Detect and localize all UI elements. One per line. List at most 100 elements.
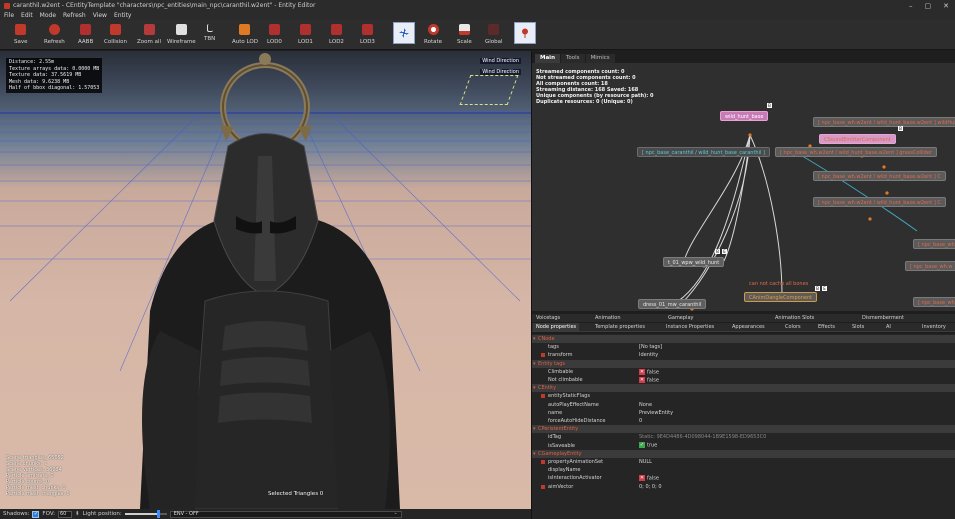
property-value[interactable]: 0; 0; 0; 0 — [639, 484, 662, 490]
property-row[interactable]: aimVector 0; 0; 0; 0 — [532, 483, 955, 491]
property-row[interactable]: Not climbable ✕ false — [532, 376, 955, 384]
graph-node-anim-dangle[interactable]: CAnimDangleComponent — [744, 292, 818, 302]
graph-node-stub-2[interactable]: [ npc_base_wh.w — [905, 261, 955, 271]
graph-node-link-1[interactable]: [ npc_base_wh.w2ent / wild_hunt_base.w2e… — [813, 117, 955, 127]
property-row[interactable]: tags [No tags] — [532, 343, 955, 351]
tab-voicetags[interactable]: Voicetags — [536, 314, 560, 322]
property-row[interactable]: entityStaticFlags — [532, 392, 955, 400]
property-category[interactable]: ▾ Entity tags — [532, 359, 955, 368]
expand-icon[interactable] — [541, 484, 545, 489]
collapse-icon[interactable]: ▾ — [533, 385, 536, 391]
property-value[interactable]: ✕ false — [639, 475, 659, 482]
tab-template-properties[interactable]: Template properties — [595, 323, 645, 331]
close-button[interactable]: ✕ — [943, 2, 949, 10]
expand-icon[interactable] — [541, 460, 545, 464]
tab-slots[interactable]: Slots — [852, 323, 864, 331]
collision-button[interactable]: Collision — [104, 21, 127, 49]
property-value[interactable]: [No tags] — [639, 344, 662, 350]
property-value[interactable]: PreviewEntity — [639, 410, 673, 416]
property-row[interactable]: Climbable ✕ false — [532, 368, 955, 376]
graph-node-wild-hunt-base[interactable]: wild_hunt_base — [720, 111, 769, 121]
tab-instance-properties[interactable]: Instance Properties — [666, 323, 714, 331]
menu-file[interactable]: File — [4, 12, 14, 19]
graph-node-t01-wild-hunt[interactable]: t_01_wpw_wild_hunt — [663, 257, 725, 267]
move-toggle-button[interactable] — [393, 22, 415, 44]
menu-mode[interactable]: Mode — [40, 12, 56, 19]
graph-node-dress[interactable]: dress_01_mw_caranthil — [638, 299, 707, 309]
collapse-icon[interactable]: ▾ — [533, 361, 536, 367]
fov-spinner-icon[interactable]: ⬍ — [75, 511, 80, 517]
property-value[interactable]: ✕ false — [639, 376, 659, 383]
3d-viewport[interactable]: Distance: 2.55m Texture arrays data: 0.0… — [0, 51, 531, 509]
maximize-button[interactable]: ▢ — [925, 2, 932, 10]
graph-node-stub-1[interactable]: [ npc_base_wh — [913, 239, 955, 249]
tab-animation[interactable]: Animation — [595, 314, 621, 322]
tab-appearances[interactable]: Appearances — [732, 323, 765, 331]
property-value[interactable]: NULL — [639, 459, 652, 465]
lod2-button[interactable]: LOD2 — [329, 21, 344, 49]
property-value[interactable]: ✕ false — [639, 368, 659, 375]
fov-input[interactable]: 60 — [58, 510, 72, 518]
property-row[interactable]: transform Identity — [532, 351, 955, 359]
tab-mimics[interactable]: Mimics — [585, 54, 615, 63]
light-slider-thumb[interactable] — [156, 510, 160, 518]
graph-node-link-2[interactable]: [ npc_base_wh.w2ent / wild_hunt_base.w2e… — [775, 147, 937, 157]
menu-refresh[interactable]: Refresh — [63, 12, 86, 19]
pin-toggle-button[interactable] — [514, 22, 536, 44]
tab-gameplay[interactable]: Gameplay — [668, 314, 693, 322]
property-value[interactable]: Identity — [639, 352, 658, 358]
tab-dismemberment[interactable]: Dismemberment — [862, 314, 904, 322]
property-category[interactable]: ▾ CNode — [532, 335, 955, 344]
property-row[interactable]: propertyAnimationSet NULL — [532, 458, 955, 466]
property-value[interactable]: None — [639, 402, 652, 408]
graph-node-link-4[interactable]: [ npc_base_wh.w2ent / wild_hunt_base.w2e… — [813, 197, 946, 207]
property-row[interactable]: autoPlayEffectName None — [532, 401, 955, 409]
property-category[interactable]: ▾ CEntity — [532, 384, 955, 393]
collapse-icon[interactable]: ▾ — [533, 336, 536, 342]
shadows-checkbox[interactable]: ✓ — [32, 510, 40, 518]
property-value[interactable]: 0 — [639, 418, 642, 424]
save-button[interactable]: Save — [14, 21, 28, 49]
tab-colors[interactable]: Colors — [785, 323, 801, 331]
component-graph[interactable]: Streamed components count: 0 Not streame… — [532, 63, 955, 311]
lod1-button[interactable]: LOD1 — [298, 21, 313, 49]
property-category[interactable]: ▾ CGameplayEntity — [532, 449, 955, 458]
wireframe-button[interactable]: Wireframe — [167, 21, 196, 49]
property-row[interactable]: isSaveable ✓ true — [532, 442, 955, 450]
tab-ai[interactable]: AI — [886, 323, 891, 331]
tab-effects[interactable]: Effects — [818, 323, 835, 331]
collapse-icon[interactable]: ▾ — [533, 451, 536, 457]
light-position-slider[interactable] — [124, 510, 167, 518]
property-row[interactable]: forceAutoHideDistance 0 — [532, 417, 955, 425]
tab-node-properties[interactable]: Node properties — [533, 323, 580, 331]
minimize-button[interactable]: – — [909, 2, 913, 10]
property-category[interactable]: ▾ CPeristentEntity — [532, 425, 955, 434]
global-button[interactable]: Global — [485, 21, 503, 49]
collapse-icon[interactable]: ▾ — [533, 426, 536, 432]
property-row[interactable]: isInteractionActivator ✕ false — [532, 474, 955, 482]
expand-icon[interactable] — [541, 394, 545, 399]
tab-main[interactable]: Main — [535, 54, 560, 63]
menu-edit[interactable]: Edit — [21, 12, 33, 19]
lod3-button[interactable]: LOD3 — [360, 21, 375, 49]
refresh-button[interactable]: Refresh — [44, 21, 65, 49]
expand-icon[interactable] — [541, 353, 545, 358]
graph-node-teal[interactable]: [ npc_base_caranthil / wild_hunt_base_ca… — [637, 147, 770, 157]
auto-lod-button[interactable]: Auto LOD — [232, 21, 258, 49]
environment-select[interactable]: ENV - OFF ⌄ — [169, 510, 402, 518]
menu-view[interactable]: View — [93, 12, 107, 19]
tab-animation-slots[interactable]: Animation Slots — [775, 314, 814, 322]
property-value[interactable]: Static: 9E4D4486-4D098044-1B9E1598-ED965… — [639, 434, 766, 440]
graph-node-sound-emitter[interactable]: CSoundEmitterComponent — [819, 134, 896, 144]
graph-node-link-3[interactable]: [ npc_base_wh.w2ent / wild_hunt_base.w2e… — [813, 171, 946, 181]
tbn-button[interactable]: TBN — [204, 21, 215, 49]
menu-entity[interactable]: Entity — [114, 12, 132, 19]
property-row[interactable]: displayName — [532, 466, 955, 474]
rotate-button[interactable]: Rotate — [424, 21, 442, 49]
aabb-button[interactable]: AABB — [78, 21, 93, 49]
property-value[interactable]: ✓ true — [639, 442, 657, 449]
tab-tools[interactable]: Tools — [561, 54, 585, 63]
zoom-all-button[interactable]: Zoom all — [137, 21, 161, 49]
tab-inventory[interactable]: Inventory — [922, 323, 946, 331]
lod0-button[interactable]: LOD0 — [267, 21, 282, 49]
